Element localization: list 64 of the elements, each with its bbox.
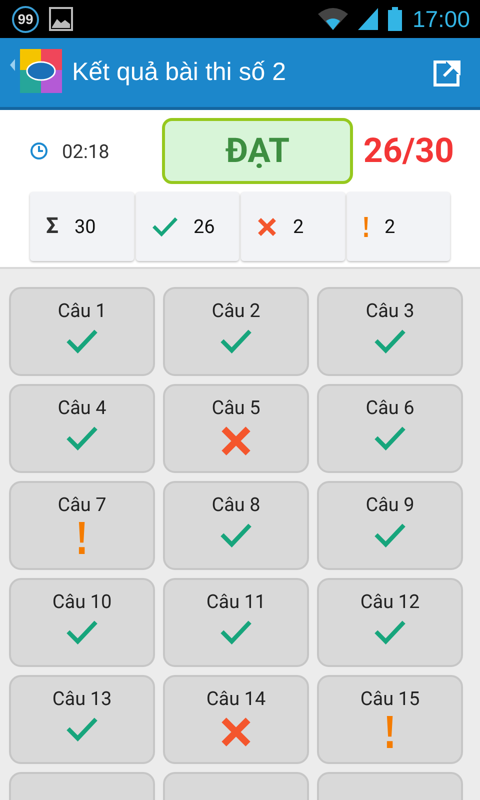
question-tile[interactable]: Câu 1 [9, 287, 155, 376]
stat-count: 2 [293, 215, 304, 238]
battery-icon [388, 7, 402, 31]
question-tile[interactable]: Câu 14 [163, 675, 309, 764]
stat-count: 2 [384, 215, 396, 238]
question-label: Câu 15 [360, 687, 420, 710]
question-label: Câu 1 [58, 299, 106, 322]
question-label: Câu 11 [206, 590, 266, 613]
question-label: Câu 2 [212, 299, 260, 322]
question-tile[interactable]: Câu 10 [9, 578, 155, 667]
wifi-icon [318, 8, 348, 30]
question-label: Câu 8 [212, 493, 260, 516]
question-label: Câu 9 [366, 493, 414, 516]
question-label: Câu 14 [206, 687, 266, 710]
stat-count: 26 [194, 215, 215, 238]
question-tile[interactable]: Câu 15 [317, 675, 463, 764]
clock-icon [30, 142, 48, 160]
question-tile[interactable]: Câu 13 [9, 675, 155, 764]
question-tile[interactable]: Câu 4 [9, 384, 155, 473]
check-icon [374, 522, 406, 548]
check-icon [66, 619, 98, 645]
image-icon [49, 7, 73, 31]
question-label: Câu 13 [52, 687, 112, 710]
cross-icon [220, 716, 252, 748]
signal-icon [358, 8, 378, 30]
cross-icon [220, 425, 252, 457]
stat-count: 30 [74, 215, 96, 238]
question-tile[interactable]: Câu 3 [317, 287, 463, 376]
sigma-symbol: Σ [46, 214, 58, 239]
question-tile[interactable]: Câu 8 [163, 481, 309, 570]
result-badge: ĐẠT [162, 118, 353, 184]
question-tile[interactable]: Câu 7 [9, 481, 155, 570]
exclamation-icon [385, 716, 395, 748]
exclamation-icon [77, 522, 87, 554]
question-label: Câu 6 [366, 396, 414, 419]
exclamation-icon [362, 216, 368, 236]
check-icon [66, 328, 98, 354]
question-label: Câu 10 [52, 590, 112, 613]
question-tile[interactable]: Câu 11 [163, 578, 309, 667]
question-label: Câu 7 [58, 493, 106, 516]
check-icon [374, 619, 406, 645]
check-icon [220, 522, 252, 548]
check-icon [220, 619, 252, 645]
question-tile[interactable]: Câu 12 [317, 578, 463, 667]
notification-count: 99 [12, 6, 39, 32]
question-label: Câu 4 [58, 396, 106, 419]
check-icon [66, 716, 98, 742]
check-icon [152, 216, 178, 237]
score-text: 26/30 [363, 131, 454, 171]
question-tile[interactable]: Câu 2 [163, 287, 309, 376]
question-label: Câu 3 [366, 299, 414, 322]
elapsed-time: 02:18 [62, 140, 110, 162]
question-label: Câu 5 [212, 396, 260, 419]
clock-time: 17:00 [412, 6, 470, 32]
question-tile[interactable]: Câu 6 [317, 384, 463, 473]
question-tile[interactable]: Câu 5 [163, 384, 309, 473]
check-icon [66, 425, 98, 451]
screen-title: Kết quả bài thi số 2 [72, 58, 288, 87]
check-icon [220, 328, 252, 354]
check-icon [374, 425, 406, 451]
question-tile[interactable]: Câu 9 [317, 481, 463, 570]
check-icon [374, 328, 406, 354]
question-label: Câu 12 [360, 590, 420, 613]
cross-icon [257, 216, 277, 236]
